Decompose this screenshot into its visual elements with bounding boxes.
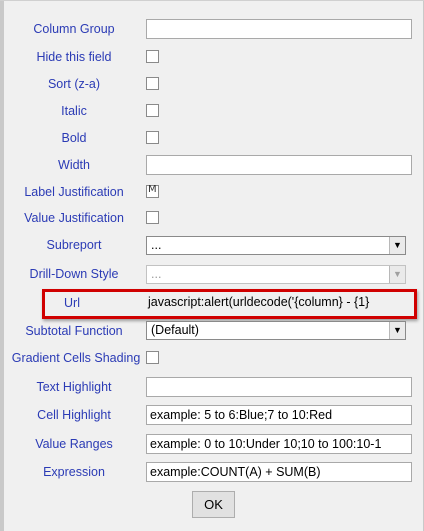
label-justification-label: Label Justification <box>24 185 124 199</box>
gradient-label: Gradient Cells Shading <box>11 351 141 365</box>
dropdown-arrow-icon[interactable]: ▼ <box>389 322 405 339</box>
italic-checkbox[interactable] <box>146 104 159 117</box>
row-bold: Bold <box>0 125 424 151</box>
row-expression: Expression example:COUNT(A) + SUM(B) <box>0 459 424 485</box>
drill-down-label: Drill-Down Style <box>29 267 119 281</box>
row-value-justification: Value Justification <box>0 205 424 231</box>
row-subreport: Subreport ... ▼ <box>0 232 424 258</box>
dropdown-arrow-icon[interactable]: ▼ <box>389 237 405 254</box>
cell-highlight-input[interactable]: example: 5 to 6:Blue;7 to 10:Red <box>146 405 412 425</box>
row-italic: Italic <box>0 98 424 124</box>
cell-highlight-label: Cell Highlight <box>37 408 111 422</box>
url-highlight-frame <box>42 289 417 319</box>
value-ranges-label: Value Ranges <box>35 437 113 451</box>
expression-input[interactable]: example:COUNT(A) + SUM(B) <box>146 462 412 482</box>
gradient-checkbox[interactable] <box>146 351 159 364</box>
value-justification-checkbox[interactable] <box>146 211 159 224</box>
row-hide-field: Hide this field <box>0 44 424 70</box>
bold-checkbox[interactable] <box>146 131 159 144</box>
subreport-select[interactable]: ... ▼ <box>146 236 406 255</box>
width-input[interactable] <box>146 155 412 175</box>
subtotal-select[interactable]: (Default) ▼ <box>146 321 406 340</box>
text-highlight-label: Text Highlight <box>36 380 112 394</box>
subreport-value: ... <box>151 238 162 252</box>
row-gradient: Gradient Cells Shading <box>0 345 424 371</box>
ok-button[interactable]: OK <box>192 491 235 518</box>
hide-field-checkbox[interactable] <box>146 50 159 63</box>
row-column-group: Column Group <box>0 16 424 42</box>
subtotal-value: (Default) <box>151 323 199 337</box>
column-group-label: Column Group <box>33 22 115 36</box>
subtotal-label: Subtotal Function <box>25 324 123 338</box>
sort-label: Sort (z-a) <box>47 77 101 91</box>
row-text-highlight: Text Highlight <box>0 374 424 400</box>
column-group-input[interactable] <box>146 19 412 39</box>
bold-label: Bold <box>61 131 87 145</box>
text-highlight-input[interactable] <box>146 377 412 397</box>
row-drill-down: Drill-Down Style ... ▼ <box>0 261 424 287</box>
subreport-label: Subreport <box>46 238 102 252</box>
sort-checkbox[interactable] <box>146 77 159 90</box>
row-width: Width <box>0 152 424 178</box>
row-cell-highlight: Cell Highlight example: 5 to 6:Blue;7 to… <box>0 402 424 428</box>
row-value-ranges: Value Ranges example: 0 to 10:Under 10;1… <box>0 431 424 457</box>
label-justification-checkbox[interactable] <box>146 184 159 198</box>
row-subtotal: Subtotal Function (Default) ▼ <box>0 318 424 344</box>
row-sort: Sort (z-a) <box>0 71 424 97</box>
drill-down-select[interactable]: ... ▼ <box>146 265 406 284</box>
italic-label: Italic <box>61 104 87 118</box>
value-justification-label: Value Justification <box>24 211 124 225</box>
width-label: Width <box>58 158 90 172</box>
value-ranges-input[interactable]: example: 0 to 10:Under 10;10 to 100:10-1 <box>146 434 412 454</box>
dropdown-arrow-icon: ▼ <box>389 266 405 283</box>
drill-down-value: ... <box>151 267 162 281</box>
top-divider <box>0 0 424 1</box>
expression-label: Expression <box>43 465 105 479</box>
hide-field-label: Hide this field <box>36 50 112 64</box>
row-label-justification: Label Justification <box>0 179 424 205</box>
